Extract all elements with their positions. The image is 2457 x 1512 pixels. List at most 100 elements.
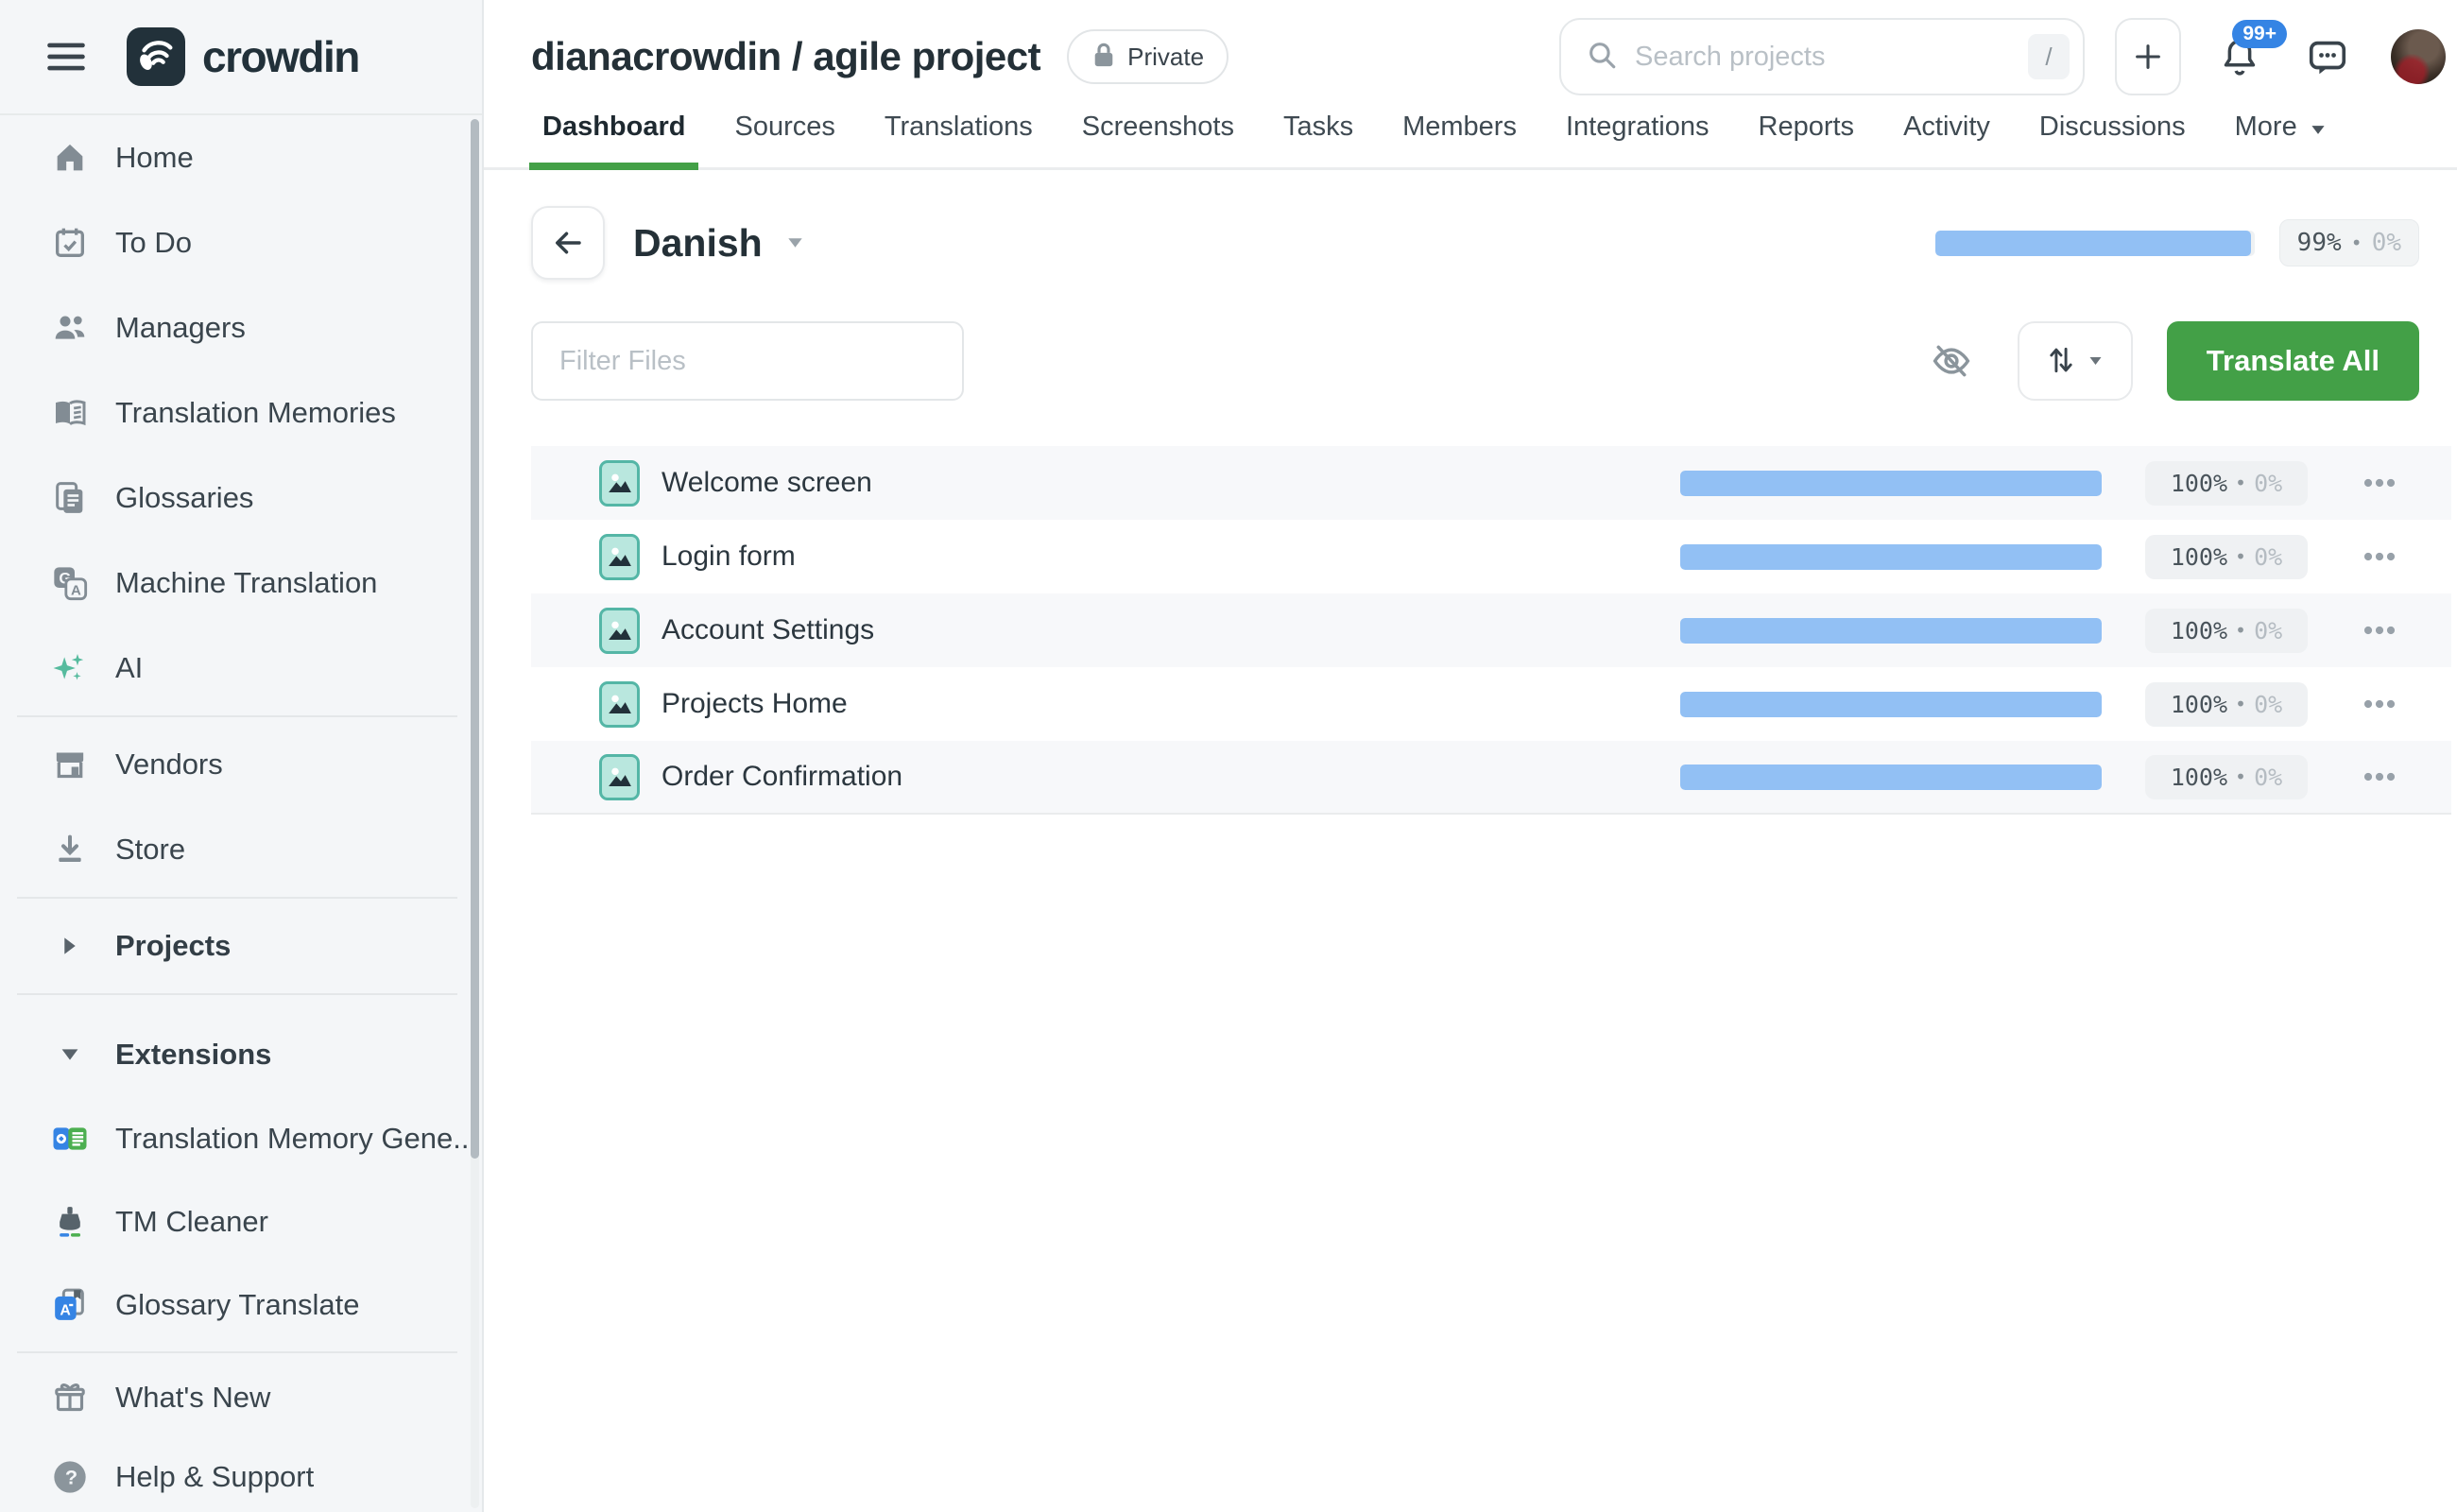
tab-translations[interactable]: Translations xyxy=(871,112,1046,167)
sidebar-item-store[interactable]: Store xyxy=(0,807,482,892)
file-row-account-settings[interactable]: Account Settings 100%•0% xyxy=(531,593,2451,667)
file-options-ellipsis-icon[interactable] xyxy=(2308,477,2451,489)
crowdin-logo[interactable]: crowdin xyxy=(127,27,359,86)
file-progress-badge: 100%•0% xyxy=(2145,682,2308,727)
chevron-down-icon xyxy=(2311,112,2326,143)
image-file-icon xyxy=(599,608,640,654)
tab-dashboard[interactable]: Dashboard xyxy=(529,112,698,167)
translation-memories-icon xyxy=(47,394,93,432)
tab-integrations[interactable]: Integrations xyxy=(1553,112,1723,167)
sidebar-item-todo[interactable]: To Do xyxy=(0,200,482,285)
sidebar-divider xyxy=(17,897,457,899)
sidebar-item-home[interactable]: Home xyxy=(0,115,482,200)
file-row-projects-home[interactable]: Projects Home 100%•0% xyxy=(531,667,2451,741)
glossary-translate-icon: A xyxy=(47,1286,93,1324)
ai-sparkles-icon xyxy=(47,649,93,687)
sidebar-item-ai[interactable]: AI xyxy=(0,626,482,711)
sidebar-item-help-support[interactable]: ? Help & Support xyxy=(0,1437,482,1512)
topbar: dianacrowdin / agile project Private / xyxy=(484,0,2457,98)
search-icon xyxy=(1586,39,1618,76)
file-row-login-form[interactable]: Login form 100%•0% xyxy=(531,520,2451,593)
image-file-icon xyxy=(599,754,640,800)
file-row-welcome-screen[interactable]: Welcome screen 100%•0% xyxy=(531,446,2451,520)
file-progress-badge: 100%•0% xyxy=(2145,535,2308,579)
sidebar-nav: Home To Do Managers Translation Memories xyxy=(0,115,482,1512)
sidebar-item-glossary-translate[interactable]: A Glossary Translate xyxy=(0,1263,482,1347)
language-header: Danish 99% • 0% xyxy=(531,206,2419,280)
sidebar-item-projects[interactable]: Projects xyxy=(0,903,482,988)
file-progress-badge: 100%•0% xyxy=(2145,755,2308,799)
user-avatar[interactable] xyxy=(2391,29,2446,84)
translate-all-button[interactable]: Translate All xyxy=(2167,321,2419,401)
tab-more[interactable]: More xyxy=(2222,112,2339,167)
file-progress-bar xyxy=(1680,692,2102,717)
sidebar-item-tm-cleaner[interactable]: TM Cleaner xyxy=(0,1180,482,1263)
file-name[interactable]: Account Settings xyxy=(662,614,874,646)
store-download-icon xyxy=(47,831,93,868)
hamburger-menu-icon[interactable] xyxy=(45,40,87,74)
filter-files-input[interactable] xyxy=(531,321,964,401)
machine-translation-icon: GA xyxy=(47,564,93,602)
file-options-ellipsis-icon[interactable] xyxy=(2308,625,2451,636)
sidebar-item-vendors[interactable]: Vendors xyxy=(0,722,482,807)
file-options-ellipsis-icon[interactable] xyxy=(2308,771,2451,782)
sort-arrows-icon xyxy=(2047,345,2075,378)
back-button[interactable] xyxy=(531,206,605,280)
create-project-button[interactable] xyxy=(2115,18,2181,95)
slash-shortcut-key: / xyxy=(2028,34,2070,79)
private-badge[interactable]: Private xyxy=(1067,29,1228,84)
file-options-ellipsis-icon[interactable] xyxy=(2308,551,2451,562)
svg-text:?: ? xyxy=(65,1466,77,1489)
file-name[interactable]: Login form xyxy=(662,541,796,573)
file-toolbar: Translate All xyxy=(531,321,2419,401)
tab-activity[interactable]: Activity xyxy=(1890,112,2003,167)
image-file-icon xyxy=(599,460,640,507)
file-name[interactable]: Projects Home xyxy=(662,688,848,720)
sidebar-item-tm-generator[interactable]: Translation Memory Gene... xyxy=(0,1097,482,1180)
file-name[interactable]: Welcome screen xyxy=(662,467,872,499)
language-dropdown-caret-icon[interactable] xyxy=(787,237,803,249)
file-row-order-confirmation[interactable]: Order Confirmation 100%•0% xyxy=(531,741,2451,815)
question-circle-icon: ? xyxy=(47,1458,93,1496)
sidebar-divider xyxy=(17,1351,457,1353)
chevron-right-icon xyxy=(47,936,93,955)
messages-icon[interactable] xyxy=(2306,35,2349,78)
tab-tasks[interactable]: Tasks xyxy=(1270,112,1366,167)
file-progress-badge: 100%•0% xyxy=(2145,461,2308,506)
sidebar-scrollbar[interactable] xyxy=(471,119,479,1508)
sidebar-item-translation-memories[interactable]: Translation Memories xyxy=(0,370,482,455)
language-progress-bar xyxy=(1935,231,2255,256)
todo-calendar-icon xyxy=(47,224,93,262)
tab-sources[interactable]: Sources xyxy=(721,112,848,167)
file-list: Welcome screen 100%•0% Login form 100%•0… xyxy=(531,446,2451,815)
notifications-bell-icon[interactable]: 99+ xyxy=(2219,35,2260,78)
tab-screenshots[interactable]: Screenshots xyxy=(1069,112,1247,167)
language-progress-fill xyxy=(1935,231,2252,256)
chevron-down-icon xyxy=(2088,354,2103,369)
lock-icon xyxy=(1091,41,1116,74)
sidebar-item-glossaries[interactable]: Glossaries xyxy=(0,455,482,541)
file-progress-bar xyxy=(1680,471,2102,496)
image-file-icon xyxy=(599,534,640,580)
file-progress-badge: 100%•0% xyxy=(2145,609,2308,653)
search-input[interactable] xyxy=(1635,42,2011,73)
sidebar-scrollbar-thumb[interactable] xyxy=(471,119,479,1159)
tm-generator-icon xyxy=(47,1120,93,1158)
file-options-ellipsis-icon[interactable] xyxy=(2308,698,2451,710)
file-name[interactable]: Order Confirmation xyxy=(662,761,902,793)
sidebar-item-managers[interactable]: Managers xyxy=(0,285,482,370)
tab-members[interactable]: Members xyxy=(1389,112,1530,167)
tab-discussions[interactable]: Discussions xyxy=(2026,112,2199,167)
search-box: / xyxy=(1559,18,2085,95)
hide-completed-eye-off-icon[interactable] xyxy=(1931,340,1972,382)
crowdin-logo-icon xyxy=(127,27,185,86)
sidebar-item-whats-new[interactable]: What's New xyxy=(0,1358,482,1437)
file-progress-bar xyxy=(1680,618,2102,644)
file-progress-bar xyxy=(1680,765,2102,790)
tab-reports[interactable]: Reports xyxy=(1745,112,1868,167)
gift-icon xyxy=(47,1379,93,1417)
language-name: Danish xyxy=(633,221,763,266)
sort-button[interactable] xyxy=(2018,321,2133,401)
sidebar-item-machine-translation[interactable]: GA Machine Translation xyxy=(0,541,482,626)
sidebar-item-extensions[interactable]: Extensions xyxy=(0,1012,482,1097)
